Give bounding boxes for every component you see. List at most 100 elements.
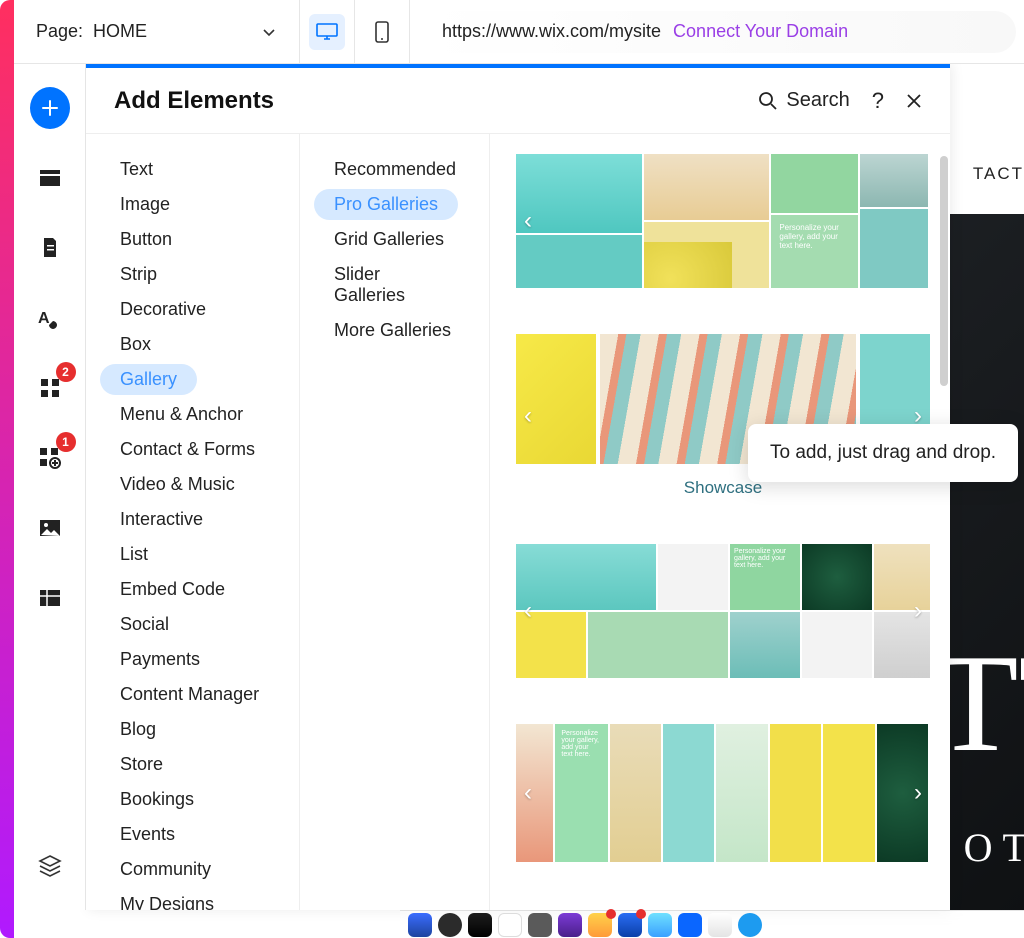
panel-search-button[interactable]: Search bbox=[758, 89, 849, 112]
category-blog[interactable]: Blog bbox=[100, 714, 176, 745]
category-content-manager[interactable]: Content Manager bbox=[100, 679, 279, 710]
category-interactive[interactable]: Interactive bbox=[100, 504, 223, 535]
layers-icon bbox=[38, 855, 62, 877]
chevron-down-icon bbox=[261, 24, 277, 40]
chevron-right-icon: › bbox=[914, 779, 922, 807]
dock-app[interactable] bbox=[558, 913, 582, 937]
hero-subhead-fragment: OTOG bbox=[964, 824, 1024, 871]
image-icon bbox=[39, 519, 61, 537]
address-bar[interactable]: https://www.wix.com/mysite Connect Your … bbox=[424, 11, 1016, 53]
media-button[interactable] bbox=[30, 508, 70, 548]
category-store[interactable]: Store bbox=[100, 749, 183, 780]
subcategory-pro-galleries[interactable]: Pro Galleries bbox=[314, 189, 458, 220]
mobile-icon bbox=[375, 21, 389, 43]
page-selector[interactable]: Page: HOME bbox=[14, 0, 300, 64]
subcategory-grid-galleries[interactable]: Grid Galleries bbox=[314, 224, 464, 255]
category-button[interactable]: Button bbox=[100, 224, 192, 255]
subcategory-slider-galleries[interactable]: Slider Galleries bbox=[314, 259, 475, 311]
chevron-left-icon: ‹ bbox=[524, 779, 532, 807]
dock-app[interactable] bbox=[618, 913, 642, 937]
subcategory-list: Recommended Pro Galleries Grid Galleries Sl… bbox=[300, 134, 490, 910]
chevron-left-icon: ‹ bbox=[524, 207, 532, 235]
gallery-preset-grid[interactable]: Personalize your gallery, add your text … bbox=[516, 544, 930, 678]
search-label: Search bbox=[786, 89, 849, 112]
dock-app[interactable] bbox=[588, 913, 612, 937]
chevron-right-icon: › bbox=[914, 597, 922, 625]
desktop-icon bbox=[316, 23, 338, 41]
sections-button[interactable] bbox=[30, 158, 70, 198]
apps-button[interactable]: 2 bbox=[30, 368, 70, 408]
category-events[interactable]: Events bbox=[100, 819, 195, 850]
site-nav-fragment: TACT bbox=[973, 164, 1024, 184]
gallery-preset-mosaic[interactable]: Personalize your gallery, add your text … bbox=[516, 154, 930, 288]
subcategory-recommended[interactable]: Recommended bbox=[314, 154, 476, 185]
category-contact-forms[interactable]: Contact & Forms bbox=[100, 434, 275, 465]
dock-app[interactable] bbox=[738, 913, 762, 937]
panel-help-button[interactable]: ? bbox=[872, 88, 884, 114]
dock-app[interactable] bbox=[528, 913, 552, 937]
category-strip[interactable]: Strip bbox=[100, 259, 177, 290]
drag-drop-tooltip: To add, just drag and drop. bbox=[748, 424, 1018, 482]
theme-icon: A bbox=[38, 307, 62, 329]
dock-app[interactable] bbox=[678, 913, 702, 937]
editor-side-toolbar: A 2 1 bbox=[14, 64, 86, 910]
sections-icon bbox=[39, 169, 61, 187]
category-list[interactable]: List bbox=[100, 539, 168, 570]
svg-text:A: A bbox=[38, 310, 50, 327]
panel-header: Add Elements Search ? bbox=[86, 68, 950, 134]
subcategory-more-galleries[interactable]: More Galleries bbox=[314, 315, 471, 346]
page-label-prefix: Page: bbox=[36, 21, 83, 42]
close-icon bbox=[906, 93, 922, 109]
panel-close-button[interactable] bbox=[906, 93, 922, 109]
dock-app[interactable] bbox=[408, 913, 432, 937]
category-menu-anchor[interactable]: Menu & Anchor bbox=[100, 399, 263, 430]
category-payments[interactable]: Payments bbox=[100, 644, 220, 675]
device-toggles bbox=[300, 0, 410, 64]
add-elements-button[interactable] bbox=[30, 88, 70, 128]
preview-scrollbar[interactable] bbox=[940, 156, 948, 416]
gallery-preview-column: Personalize your gallery, add your text … bbox=[490, 134, 950, 910]
apps-badge: 2 bbox=[56, 362, 76, 382]
category-gallery[interactable]: Gallery bbox=[100, 364, 197, 395]
dock-app[interactable] bbox=[708, 913, 732, 937]
category-bookings[interactable]: Bookings bbox=[100, 784, 214, 815]
category-embed-code[interactable]: Embed Code bbox=[100, 574, 245, 605]
theme-button[interactable]: A bbox=[30, 298, 70, 338]
pages-button[interactable] bbox=[30, 228, 70, 268]
gear-plus-icon bbox=[39, 447, 61, 469]
desktop-view-button[interactable] bbox=[300, 0, 355, 64]
gallery-preset-strip[interactable]: Personalize your gallery, add your text … bbox=[516, 724, 930, 862]
search-icon bbox=[758, 91, 778, 111]
editor-topbar: Page: HOME https://www.wix.com/mysite Co… bbox=[14, 0, 1024, 64]
category-social[interactable]: Social bbox=[100, 609, 189, 640]
grid-icon bbox=[40, 378, 60, 398]
category-decorative[interactable]: Decorative bbox=[100, 294, 226, 325]
os-window-left-edge bbox=[0, 0, 14, 938]
chevron-left-icon: ‹ bbox=[524, 402, 532, 430]
macos-dock bbox=[400, 910, 1024, 938]
page-name: HOME bbox=[93, 21, 147, 42]
dock-app[interactable] bbox=[648, 913, 672, 937]
business-apps-badge: 1 bbox=[56, 432, 76, 452]
category-video-music[interactable]: Video & Music bbox=[100, 469, 255, 500]
layers-button[interactable] bbox=[30, 846, 70, 886]
category-text[interactable]: Text bbox=[100, 154, 173, 185]
panel-title: Add Elements bbox=[114, 87, 274, 115]
dock-app[interactable] bbox=[498, 913, 522, 937]
add-elements-panel: Add Elements Search ? Text Image Button Str… bbox=[86, 64, 950, 910]
category-image[interactable]: Image bbox=[100, 189, 190, 220]
category-list: Text Image Button Strip Decorative Box Gallery… bbox=[86, 134, 300, 910]
category-community[interactable]: Community bbox=[100, 854, 231, 885]
plus-icon bbox=[30, 87, 70, 129]
dock-app[interactable] bbox=[438, 913, 462, 937]
table-icon bbox=[39, 589, 61, 607]
category-box[interactable]: Box bbox=[100, 329, 171, 360]
content-manager-button[interactable] bbox=[30, 578, 70, 618]
connect-domain-link[interactable]: Connect Your Domain bbox=[673, 21, 848, 42]
chevron-left-icon: ‹ bbox=[524, 597, 532, 625]
dock-app[interactable] bbox=[468, 913, 492, 937]
category-my-designs[interactable]: My Designs bbox=[100, 889, 234, 910]
mobile-view-button[interactable] bbox=[355, 0, 410, 64]
business-apps-button[interactable]: 1 bbox=[30, 438, 70, 478]
page-icon bbox=[41, 237, 59, 259]
